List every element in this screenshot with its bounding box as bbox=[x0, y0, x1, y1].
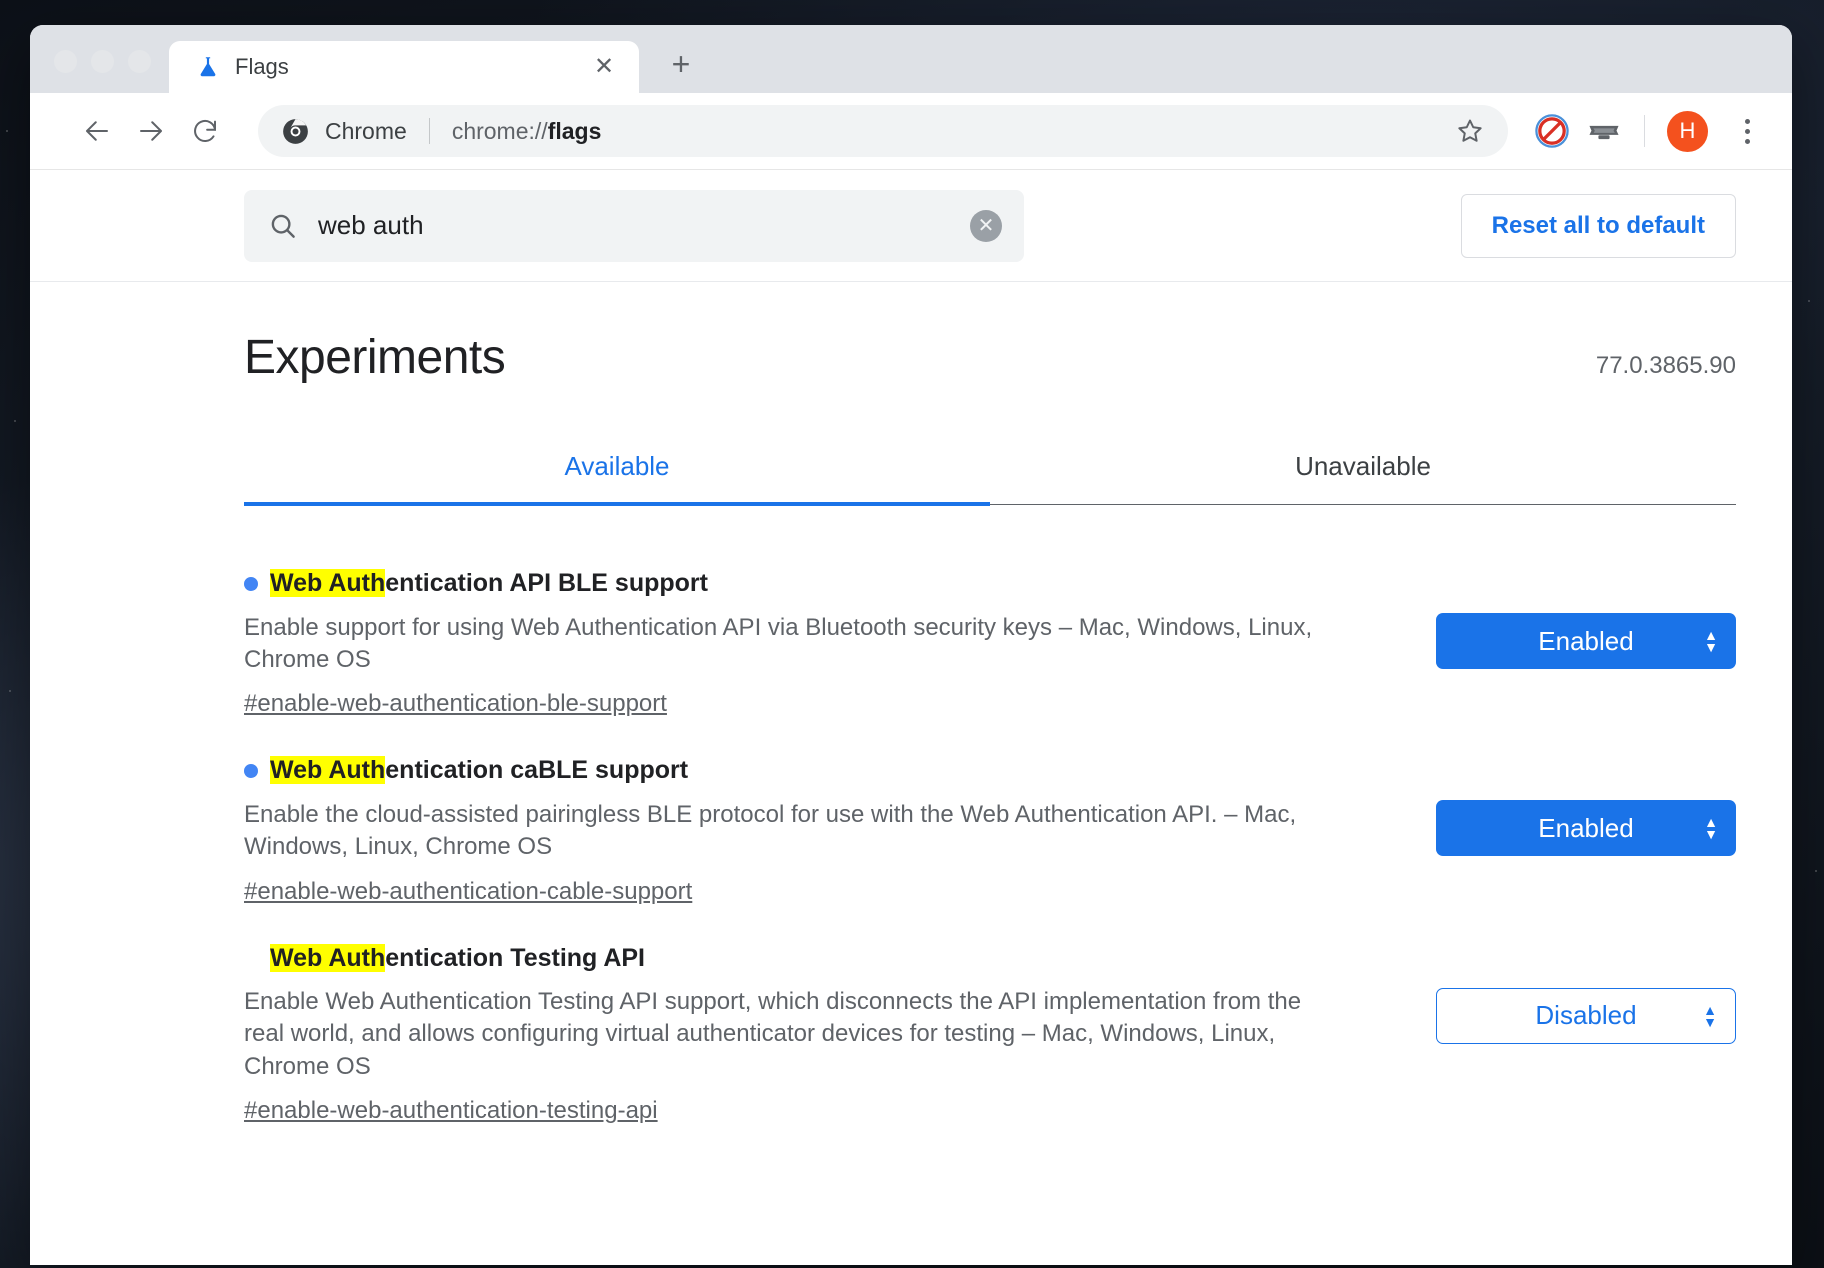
flags-tabs: Available Unavailable bbox=[244, 433, 1736, 506]
experiment-details: Web Authentication Testing API Enable We… bbox=[244, 942, 1412, 1126]
browser-tab-flags[interactable]: Flags ✕ bbox=[169, 41, 639, 93]
reset-all-button[interactable]: Reset all to default bbox=[1460, 193, 1736, 258]
three-dot-menu-icon[interactable] bbox=[1724, 108, 1770, 154]
experiment-state-value: Enabled bbox=[1538, 625, 1634, 656]
experiment-control: Disabled ▲ ▼ bbox=[1436, 942, 1736, 1044]
search-input[interactable]: web auth ✕ bbox=[244, 189, 1024, 262]
browser-toolbar: Chrome chrome://flags H bbox=[30, 93, 1792, 170]
experiment-title-rest: entication caBLE support bbox=[385, 756, 689, 785]
chevron-updown-icon: ▲ ▼ bbox=[1703, 1001, 1717, 1030]
tab-unavailable[interactable]: Unavailable bbox=[990, 433, 1736, 504]
omnibox-url: chrome://flags bbox=[452, 118, 602, 145]
modified-marker-icon bbox=[244, 764, 258, 779]
experiment-state-select[interactable]: Enabled ▲ ▼ bbox=[1436, 800, 1736, 857]
chrome-version-label: 77.0.3865.90 bbox=[1595, 352, 1736, 379]
omnibox-url-path: flags bbox=[547, 117, 602, 144]
address-bar[interactable]: Chrome chrome://flags bbox=[258, 105, 1508, 157]
experiment-state-select[interactable]: Disabled ▲ ▼ bbox=[1436, 987, 1736, 1044]
flags-header: Experiments 77.0.3865.90 bbox=[244, 282, 1736, 385]
clear-search-icon[interactable]: ✕ bbox=[970, 209, 1002, 242]
experiment-state-select[interactable]: Enabled ▲ ▼ bbox=[1436, 613, 1736, 669]
modified-marker-icon bbox=[244, 577, 258, 591]
experiment-control: Enabled ▲ ▼ bbox=[1436, 754, 1736, 857]
tab-title: Flags bbox=[235, 54, 289, 79]
experiment-details: Web Authentication API BLE support Enabl… bbox=[244, 567, 1412, 718]
reload-button[interactable] bbox=[178, 104, 232, 158]
new-tab-button[interactable]: + bbox=[655, 41, 707, 93]
search-input-value: web auth bbox=[318, 210, 424, 240]
browser-window: Flags ✕ + Chrome chrome://flags H web au… bbox=[30, 25, 1792, 1265]
chevron-updown-icon: ▲ ▼ bbox=[1704, 814, 1718, 843]
experiment-title-rest: entication API BLE support bbox=[385, 569, 708, 597]
minimize-window-button[interactable] bbox=[91, 50, 114, 73]
tab-strip: Flags ✕ + bbox=[30, 25, 1792, 93]
avatar[interactable]: H bbox=[1667, 110, 1708, 152]
omnibox-divider bbox=[428, 118, 430, 144]
search-match-highlight: Web Auth bbox=[270, 943, 386, 972]
forward-button[interactable] bbox=[124, 104, 178, 158]
omnibox-brand-label: Chrome bbox=[325, 117, 407, 144]
experiment-row: Web Authentication Testing API Enable We… bbox=[244, 920, 1736, 1140]
window-controls bbox=[30, 50, 169, 93]
extension-badge-icon[interactable] bbox=[1578, 105, 1630, 157]
flags-content: Experiments 77.0.3865.90 Available Unava… bbox=[30, 282, 1792, 1265]
back-button[interactable] bbox=[70, 104, 124, 158]
chrome-logo-icon bbox=[282, 118, 309, 145]
close-window-button[interactable] bbox=[54, 50, 77, 73]
experiment-anchor-link[interactable]: #enable-web-authentication-ble-support bbox=[244, 690, 667, 718]
experiment-title-row: Web Authentication caBLE support bbox=[244, 754, 1412, 787]
close-tab-icon[interactable]: ✕ bbox=[589, 52, 619, 82]
experiment-title: Web Authentication Testing API bbox=[270, 942, 645, 975]
bookmark-star-icon[interactable] bbox=[1450, 111, 1490, 151]
experiment-description: Enable support for using Web Authenticat… bbox=[244, 613, 1313, 673]
experiment-title: Web Authentication API BLE support bbox=[270, 567, 708, 600]
experiment-details: Web Authentication caBLE support Enable … bbox=[244, 754, 1412, 905]
chevron-updown-icon: ▲ ▼ bbox=[1704, 627, 1718, 655]
flask-icon bbox=[195, 54, 221, 80]
flags-search-bar: web auth ✕ Reset all to default bbox=[30, 170, 1792, 282]
experiment-title: Web Authentication caBLE support bbox=[270, 754, 688, 787]
experiment-row: Web Authentication API BLE support Enabl… bbox=[244, 545, 1736, 732]
tab-available[interactable]: Available bbox=[244, 433, 990, 506]
experiments-list: Web Authentication API BLE support Enabl… bbox=[244, 505, 1736, 1139]
experiment-state-value: Enabled bbox=[1538, 812, 1634, 843]
search-match-highlight: Web Auth bbox=[270, 756, 386, 785]
experiment-title-row: Web Authentication Testing API bbox=[244, 942, 1412, 975]
search-icon bbox=[268, 211, 298, 241]
experiment-description: Enable the cloud-assisted pairingless BL… bbox=[244, 800, 1297, 861]
toolbar-divider bbox=[1644, 115, 1645, 147]
maximize-window-button[interactable] bbox=[128, 50, 151, 73]
experiment-description: Enable Web Authentication Testing API su… bbox=[244, 988, 1302, 1080]
experiment-anchor-link[interactable]: #enable-web-authentication-cable-support bbox=[244, 878, 692, 906]
flags-page: web auth ✕ Reset all to default Experime… bbox=[30, 170, 1792, 1265]
experiment-state-value: Disabled bbox=[1535, 1000, 1637, 1031]
experiment-row: Web Authentication caBLE support Enable … bbox=[244, 732, 1736, 919]
adblock-icon[interactable] bbox=[1526, 105, 1578, 157]
experiment-title-rest: entication Testing API bbox=[385, 943, 646, 972]
search-match-highlight: Web Auth bbox=[270, 569, 386, 597]
omnibox-url-scheme: chrome:// bbox=[451, 117, 548, 144]
page-title: Experiments bbox=[244, 331, 506, 384]
experiment-anchor-link[interactable]: #enable-web-authentication-testing-api bbox=[244, 1097, 658, 1125]
experiment-control: Enabled ▲ ▼ bbox=[1436, 567, 1736, 669]
experiment-title-row: Web Authentication API BLE support bbox=[244, 567, 1412, 600]
